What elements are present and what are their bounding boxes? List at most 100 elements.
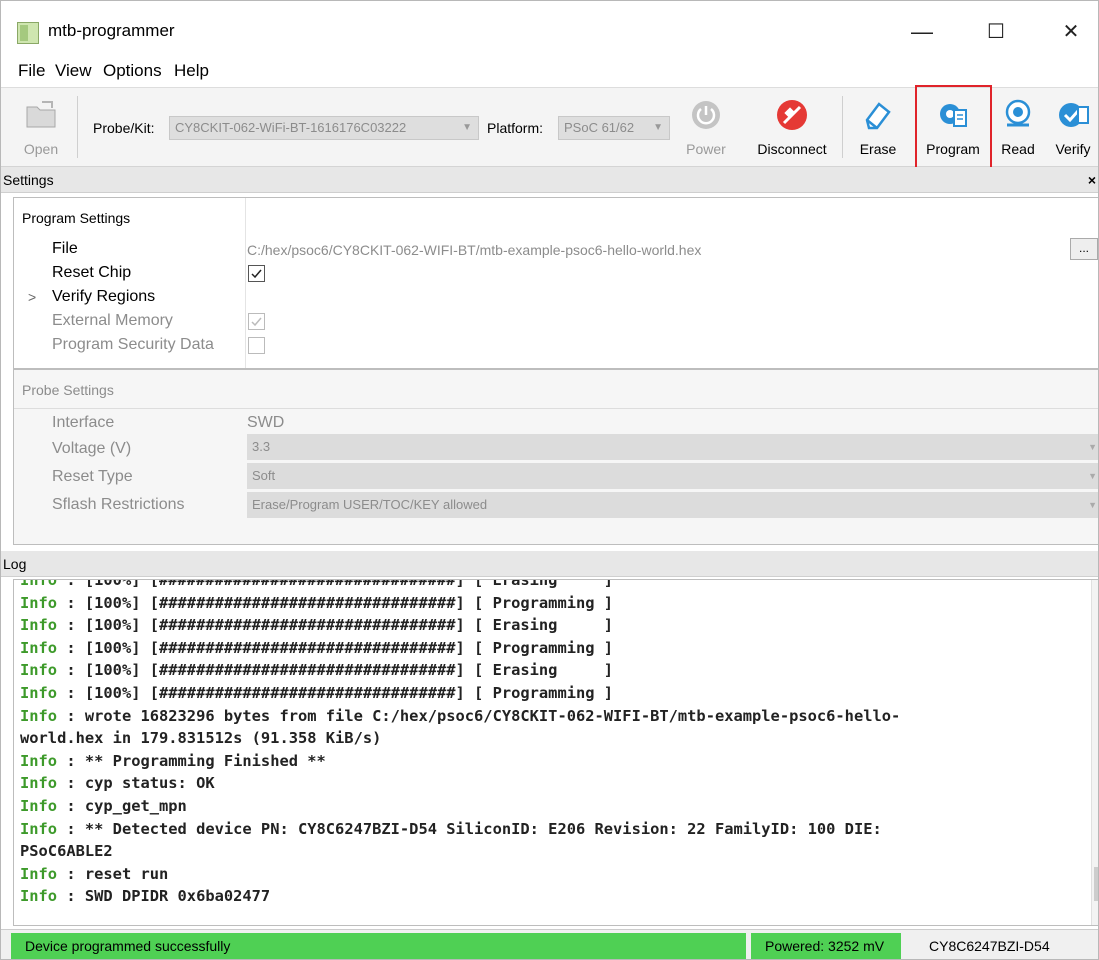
log-message: : [100%] [##############################…	[57, 616, 614, 635]
device-status: CY8C6247BZI-D54	[929, 938, 1050, 954]
platform-select[interactable]: PSoC 61/62 ▼	[558, 116, 670, 140]
probe-settings-panel: Probe Settings Interface SWD Voltage (V)…	[13, 369, 1098, 545]
program-settings-title: Program Settings	[22, 210, 131, 226]
read-label: Read	[1001, 141, 1035, 157]
log-message: : [100%] [##############################…	[57, 579, 614, 589]
log-line: Info : ** Detected device PN: CY8C6247BZ…	[14, 818, 1098, 841]
power-status: Powered: 3252 mV	[751, 933, 901, 959]
power-button[interactable]: Power	[681, 90, 731, 164]
log-level-tag: Info	[20, 661, 58, 680]
log-message: : [100%] [##############################…	[57, 638, 614, 657]
log-line: Info : [100%] [#########################…	[14, 682, 1098, 705]
power-icon	[692, 101, 720, 129]
log-message: : wrote 16823296 bytes from file C:/hex/…	[57, 706, 901, 725]
folder-icon	[26, 101, 56, 128]
chevron-down-icon: ▼	[462, 122, 472, 133]
log-message: PSoC6ABLE2	[20, 842, 113, 861]
log-level-tag: Info	[20, 864, 58, 883]
log-level-tag: Info	[20, 638, 58, 657]
log-message: : cyp_get_mpn	[57, 796, 187, 815]
log-line: Info : [100%] [#########################…	[14, 579, 1098, 592]
log-level-tag: Info	[20, 887, 58, 906]
read-button[interactable]: Read	[995, 90, 1041, 164]
probe-kit-select[interactable]: CY8CKIT-062-WiFi-BT-1616176C03222 ▼	[169, 116, 479, 140]
probe-kit-value: CY8CKIT-062-WiFi-BT-1616176C03222	[175, 120, 407, 135]
log-header: Log	[1, 551, 1098, 577]
chevron-down-icon: ▼	[653, 122, 663, 133]
expand-arrow-icon[interactable]: >	[28, 289, 36, 305]
erase-button[interactable]: Erase	[853, 90, 903, 164]
log-message: : [100%] [##############################…	[57, 593, 614, 612]
status-bar: Device programmed successfully Powered: …	[1, 929, 1098, 959]
log-line: Info : cyp status: OK	[14, 772, 1098, 795]
log-line: Info : SWD DPIDR 0x6ba02477	[14, 885, 1098, 908]
platform-value: PSoC 61/62	[564, 120, 635, 135]
menu-file[interactable]: File	[18, 61, 45, 81]
toolbar-separator	[77, 96, 78, 158]
probe-kit-label: Probe/Kit:	[93, 120, 155, 136]
open-button[interactable]: Open	[19, 90, 63, 164]
menu-bar: File View Options Help	[1, 59, 1098, 87]
reset-type-select[interactable]: Soft ▼	[247, 463, 1098, 489]
reset-chip-label: Reset Chip	[52, 264, 132, 281]
erase-label: Erase	[859, 141, 897, 157]
divider	[14, 408, 1098, 409]
disconnect-button[interactable]: Disconnect	[746, 90, 838, 164]
external-memory-checkbox	[248, 313, 265, 330]
scrollbar-thumb[interactable]	[1094, 867, 1098, 901]
chevron-down-icon: ▼	[1088, 442, 1097, 452]
chevron-down-icon: ▼	[1088, 500, 1097, 510]
minimize-button[interactable]: —	[899, 15, 945, 49]
app-window: mtb-programmer — ☐ ✕ File View Options H…	[0, 0, 1099, 960]
menu-options[interactable]: Options	[103, 61, 162, 81]
log-line: Info : [100%] [#########################…	[14, 637, 1098, 660]
maximize-button[interactable]: ☐	[973, 15, 1019, 49]
sflash-label: Sflash Restrictions	[52, 496, 185, 513]
close-button[interactable]: ✕	[1048, 15, 1094, 49]
voltage-label: Voltage (V)	[52, 440, 132, 457]
log-line: PSoC6ABLE2	[14, 840, 1098, 863]
toolbar-separator	[842, 96, 843, 158]
file-path-value[interactable]: C:/hex/psoc6/CY8CKIT-062-WIFI-BT/mtb-exa…	[247, 242, 701, 258]
probe-settings-title: Probe Settings	[22, 382, 114, 398]
log-message: : [100%] [##############################…	[57, 683, 614, 702]
log-level-tag: Info	[20, 819, 58, 838]
close-icon[interactable]: ×	[1088, 167, 1096, 193]
voltage-value: 3.3	[252, 439, 271, 454]
log-scrollbar[interactable]: ⌃ ⌄	[1091, 580, 1098, 925]
log-level-tag: Info	[20, 706, 58, 725]
log-level-tag: Info	[20, 616, 58, 635]
menu-view[interactable]: View	[55, 61, 92, 81]
verify-regions-label: Verify Regions	[52, 288, 156, 305]
app-icon	[17, 22, 39, 44]
log-message: : [100%] [##############################…	[57, 661, 614, 680]
file-label: File	[52, 240, 78, 257]
log-message: : SWD DPIDR 0x6ba02477	[57, 887, 271, 906]
log-output[interactable]: Info : [100%] [#########################…	[13, 579, 1098, 926]
log-level-tag: Info	[20, 593, 58, 612]
reset-type-value: Soft	[252, 468, 276, 483]
browse-button[interactable]: ...	[1070, 238, 1098, 260]
log-line: Info : wrote 16823296 bytes from file C:…	[14, 705, 1098, 728]
log-level-tag: Info	[20, 796, 58, 815]
log-lines: Info : [100%] [#########################…	[14, 579, 1098, 908]
settings-header: Settings ×	[1, 167, 1098, 193]
menu-help[interactable]: Help	[174, 61, 209, 81]
reset-chip-checkbox[interactable]	[248, 265, 265, 282]
verify-button[interactable]: Verify	[1047, 90, 1098, 164]
log-line: Info : ** Programming Finished **	[14, 750, 1098, 773]
log-level-tag: Info	[20, 774, 58, 793]
program-highlight-box	[915, 85, 992, 171]
log-line: Info : [100%] [#########################…	[14, 659, 1098, 682]
log-message: world.hex in 179.831512s (91.358 KiB/s)	[20, 729, 382, 748]
checkmark-icon	[251, 317, 262, 327]
voltage-select[interactable]: 3.3 ▼	[247, 434, 1098, 460]
platform-label: Platform:	[487, 120, 544, 136]
log-line: Info : cyp_get_mpn	[14, 795, 1098, 818]
open-label: Open	[23, 141, 59, 157]
log-line: world.hex in 179.831512s (91.358 KiB/s)	[14, 727, 1098, 750]
log-line: Info : reset run	[14, 863, 1098, 886]
log-line: Info : [100%] [#########################…	[14, 614, 1098, 637]
read-eye-icon	[1005, 99, 1031, 127]
sflash-select[interactable]: Erase/Program USER/TOC/KEY allowed ▼	[247, 492, 1098, 518]
